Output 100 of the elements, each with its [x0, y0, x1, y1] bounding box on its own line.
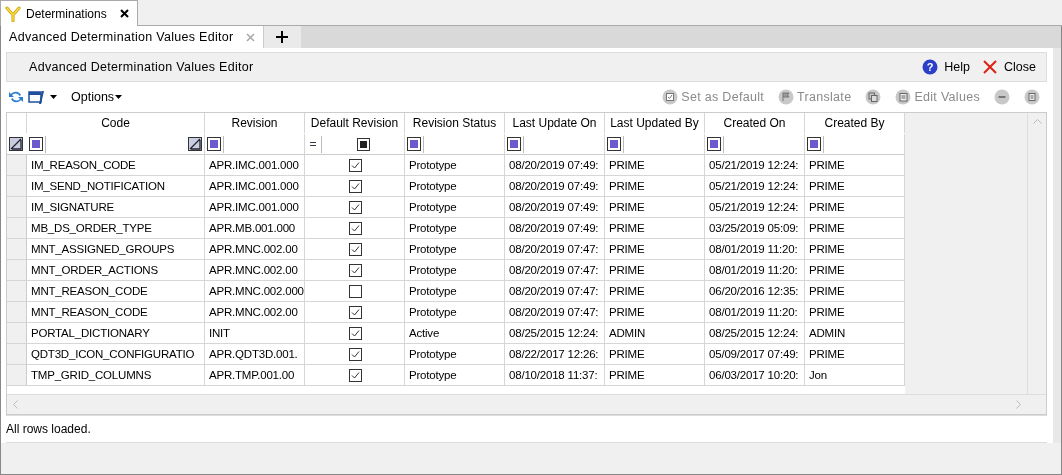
caret-icon — [115, 95, 123, 99]
user-cell: PRIME — [805, 302, 905, 323]
date-cell: 06/03/2017 10:20: — [705, 365, 805, 386]
date-cell: 08/20/2019 07:49: — [505, 176, 605, 197]
date-cell: 06/20/2016 12:35: — [705, 281, 805, 302]
revision-cell: APR.MNC.002.00 — [205, 260, 305, 281]
close-icon — [982, 59, 999, 75]
filter-mode-icon[interactable] — [9, 137, 23, 151]
clear-filter-icon[interactable] — [188, 137, 202, 151]
revision-cell: APR.IMC.001.000 — [205, 176, 305, 197]
status-cell: Prototype — [405, 239, 505, 260]
revision-cell: INIT — [205, 323, 305, 344]
scroll-left-icon — [13, 400, 18, 409]
revision-cell: APR.IMC.001.000 — [205, 197, 305, 218]
help-button[interactable]: ? Help — [918, 59, 975, 75]
window-icon — [28, 89, 44, 105]
flag-icon — [778, 89, 795, 105]
filter-icon[interactable] — [29, 137, 43, 151]
status-cell: Prototype — [405, 302, 505, 323]
scroll-up-icon — [1032, 119, 1042, 124]
user-cell: PRIME — [605, 302, 705, 323]
close-icon[interactable] — [119, 9, 129, 18]
document-icon — [1024, 89, 1040, 105]
status-cell: Active — [405, 323, 505, 344]
code-cell: IM_SEND_NOTIFICATION — [27, 176, 205, 197]
code-cell: QDT3D_ICON_CONFIGURATIO — [27, 344, 205, 365]
revision-cell: APR.QDT3D.001. — [205, 344, 305, 365]
filter-icon[interactable] — [707, 137, 721, 151]
refresh-button[interactable] — [8, 89, 24, 105]
date-cell: 05/09/2017 07:49: — [705, 344, 805, 365]
checkbox[interactable] — [349, 305, 362, 319]
checkbox[interactable] — [349, 368, 362, 382]
status-cell: Prototype — [405, 281, 505, 302]
revision-cell: APR.MB.001.000 — [205, 218, 305, 239]
panel-title: Advanced Determination Values Editor — [29, 60, 255, 74]
user-cell: Jon — [805, 365, 905, 386]
filter-icon[interactable] — [207, 137, 221, 151]
checkbox[interactable] — [349, 284, 362, 298]
code-cell: MNT_REASON_CODE — [27, 302, 205, 323]
status-cell: Prototype — [405, 344, 505, 365]
revision-cell: APR.MNC.002.00 — [205, 239, 305, 260]
date-cell: 08/25/2015 12:24: — [705, 323, 805, 344]
checkbox[interactable] — [349, 326, 362, 340]
add-tab-button[interactable] — [262, 26, 301, 48]
revision-cell: APR.MNC.002.00 — [205, 302, 305, 323]
date-cell: 08/20/2019 07:47: — [505, 239, 605, 260]
date-cell: 05/21/2019 12:24: — [705, 176, 805, 197]
close-button[interactable]: Close — [978, 59, 1040, 75]
code-cell: TMP_GRID_COLUMNS — [27, 365, 205, 386]
checkbox[interactable] — [349, 221, 362, 235]
options-menu[interactable]: Options — [65, 89, 129, 105]
user-cell: PRIME — [805, 260, 905, 281]
date-cell: 08/25/2015 12:24: — [505, 323, 605, 344]
date-cell: 08/01/2019 11:20: — [705, 260, 805, 281]
date-cell: 08/01/2019 11:20: — [705, 302, 805, 323]
user-cell: PRIME — [805, 176, 905, 197]
filter-operator[interactable]: = — [307, 137, 319, 151]
code-cell: IM_REASON_CODE — [27, 155, 205, 176]
view-menu-button[interactable] — [28, 89, 57, 105]
checkbox[interactable] — [349, 158, 362, 172]
code-cell: MNT_ORDER_ACTIONS — [27, 260, 205, 281]
code-cell: MNT_REASON_CODE — [27, 281, 205, 302]
checkbox[interactable] — [349, 179, 362, 193]
status-cell: Prototype — [405, 155, 505, 176]
date-cell: 08/20/2019 07:47: — [505, 281, 605, 302]
user-cell: PRIME — [605, 155, 705, 176]
user-cell: PRIME — [605, 281, 705, 302]
revision-cell: APR.TMP.001.00 — [205, 365, 305, 386]
edit-icon — [895, 89, 912, 105]
user-cell: PRIME — [805, 218, 905, 239]
user-cell: PRIME — [605, 176, 705, 197]
scroll-right-icon — [1016, 400, 1021, 409]
status-cell: Prototype — [405, 365, 505, 386]
user-cell: PRIME — [605, 365, 705, 386]
minus-icon — [994, 89, 1010, 105]
user-cell: PRIME — [605, 260, 705, 281]
status-text: All rows loaded. — [6, 422, 91, 436]
checkbox[interactable] — [349, 347, 362, 361]
checkbox[interactable] — [349, 200, 362, 214]
status-cell: Prototype — [405, 176, 505, 197]
branch-icon — [5, 5, 21, 22]
revision-cell: APR.IMC.001.000 — [205, 155, 305, 176]
date-cell: 05/21/2019 12:24: — [705, 197, 805, 218]
document-tab[interactable]: Determinations — [0, 0, 138, 26]
date-cell: 08/22/2017 12:26: — [505, 344, 605, 365]
user-cell: PRIME — [805, 281, 905, 302]
filter-icon[interactable] — [607, 137, 621, 151]
filter-icon[interactable] — [807, 137, 821, 151]
checkbox[interactable] — [349, 263, 362, 277]
user-cell: ADMIN — [605, 323, 705, 344]
code-cell: MB_DS_ORDER_TYPE — [27, 218, 205, 239]
user-cell: ADMIN — [805, 323, 905, 344]
filter-icon[interactable] — [507, 137, 521, 151]
status-cell: Prototype — [405, 197, 505, 218]
date-cell: 08/20/2019 07:47: — [505, 302, 605, 323]
user-cell: PRIME — [805, 239, 905, 260]
checkbox[interactable] — [349, 242, 362, 256]
filter-icon[interactable] — [407, 137, 421, 151]
filter-checkbox[interactable] — [356, 137, 370, 151]
revision-cell: APR.MNC.002.000 — [205, 281, 305, 302]
